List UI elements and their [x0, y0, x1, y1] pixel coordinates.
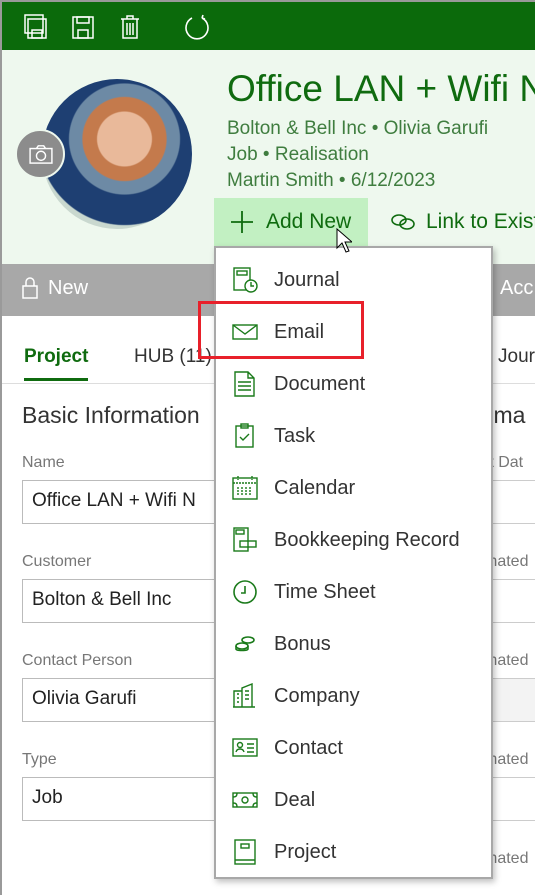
menu-item-time-sheet[interactable]: Time Sheet: [216, 566, 491, 618]
coins-icon: [235, 636, 255, 652]
menu-item-label: Journal: [274, 268, 340, 291]
menu-item-label: Project: [274, 840, 337, 863]
bookkeeping-icon: [233, 527, 257, 552]
money-icon: [232, 792, 258, 808]
menu-item-calendar[interactable]: Calendar: [216, 462, 491, 514]
menu-item-task[interactable]: Task: [216, 410, 491, 462]
name-label: Name: [22, 454, 65, 471]
email-highlight-box: [198, 301, 364, 359]
link-icon: [391, 214, 415, 230]
refresh-icon[interactable]: [184, 14, 210, 40]
status-right-fragment: Acc: [500, 277, 534, 299]
mouse-cursor-icon: [336, 228, 352, 253]
menu-item-label: Document: [274, 372, 366, 395]
contact-person-input[interactable]: Olivia Garufi: [22, 678, 222, 722]
menu-item-label: Deal: [274, 788, 316, 811]
menu-item-label: Contact: [274, 736, 343, 759]
project-icon: [234, 839, 256, 865]
lock-icon: [22, 277, 38, 299]
menu-item-label: Bonus: [274, 632, 331, 655]
menu-item-contact[interactable]: Contact: [216, 722, 491, 774]
menu-item-label: Task: [274, 424, 316, 447]
menu-item-journal[interactable]: Journal: [216, 254, 491, 306]
save-all-icon[interactable]: [24, 14, 48, 40]
tab-project[interactable]: Project: [24, 346, 89, 381]
link-existing-label: Link to Exist: [426, 210, 535, 233]
basic-information-heading: Basic Information: [22, 402, 200, 428]
customer-input[interactable]: Bolton & Bell Inc: [22, 579, 222, 623]
change-photo-button[interactable]: [15, 129, 65, 179]
building-icon: [233, 683, 255, 708]
contact-person-label: Contact Person: [22, 652, 133, 669]
customer-label: Customer: [22, 553, 92, 570]
menu-item-label: Company: [274, 684, 360, 707]
type-input[interactable]: Job: [22, 777, 222, 821]
menu-item-deal[interactable]: Deal: [216, 774, 491, 826]
task-icon: [235, 423, 254, 448]
type-label: Type: [22, 751, 57, 768]
document-icon: [234, 371, 255, 397]
menu-item-company[interactable]: Company: [216, 670, 491, 722]
contact-card-icon: [232, 738, 258, 757]
journal-icon: [233, 267, 258, 293]
customer-contact-line: Bolton & Bell Inc • Olivia Garufi: [227, 118, 489, 139]
menu-item-bookkeeping-record[interactable]: Bookkeeping Record: [216, 514, 491, 566]
menu-item-document[interactable]: Document: [216, 358, 491, 410]
toolbar: [2, 0, 535, 50]
name-input[interactable]: Office LAN + Wifi N: [22, 480, 222, 524]
menu-item-bonus[interactable]: Bonus: [216, 618, 491, 670]
link-existing-button[interactable]: Link to Exist: [390, 198, 535, 246]
menu-item-label: Calendar: [274, 476, 356, 499]
type-stage-line: Job • Realisation: [227, 144, 369, 165]
menu-item-project[interactable]: Project: [216, 826, 491, 878]
delete-icon[interactable]: [118, 14, 142, 40]
clock-icon: [233, 580, 257, 604]
save-icon[interactable]: [71, 14, 95, 40]
camera-icon: [29, 145, 53, 164]
page-title: Office LAN + Wifi N: [227, 68, 535, 109]
plus-icon: [231, 211, 253, 233]
status-label: New: [48, 277, 89, 299]
menu-item-label: Bookkeeping Record: [274, 528, 460, 551]
tab-journal[interactable]: Jour: [498, 346, 535, 368]
owner-date-line: Martin Smith • 6/12/2023: [227, 170, 436, 191]
menu-item-label: Time Sheet: [274, 580, 376, 603]
calendar-icon: [232, 476, 258, 500]
